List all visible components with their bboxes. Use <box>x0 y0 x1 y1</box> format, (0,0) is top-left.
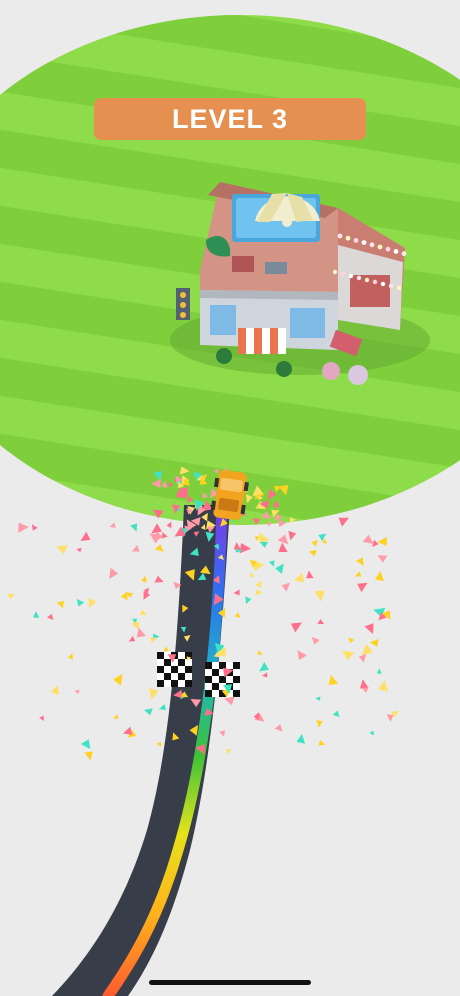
ball-icon <box>348 365 368 385</box>
shop-awning <box>238 328 286 354</box>
level-banner: LEVEL 3 <box>94 98 366 140</box>
bush-icon <box>276 361 292 377</box>
bush-icon <box>216 348 232 364</box>
ball-icon <box>322 362 340 380</box>
side-deck <box>350 275 390 307</box>
level-label: LEVEL 3 <box>171 103 289 134</box>
home-indicator[interactable] <box>149 980 311 985</box>
game-scene <box>0 15 460 996</box>
